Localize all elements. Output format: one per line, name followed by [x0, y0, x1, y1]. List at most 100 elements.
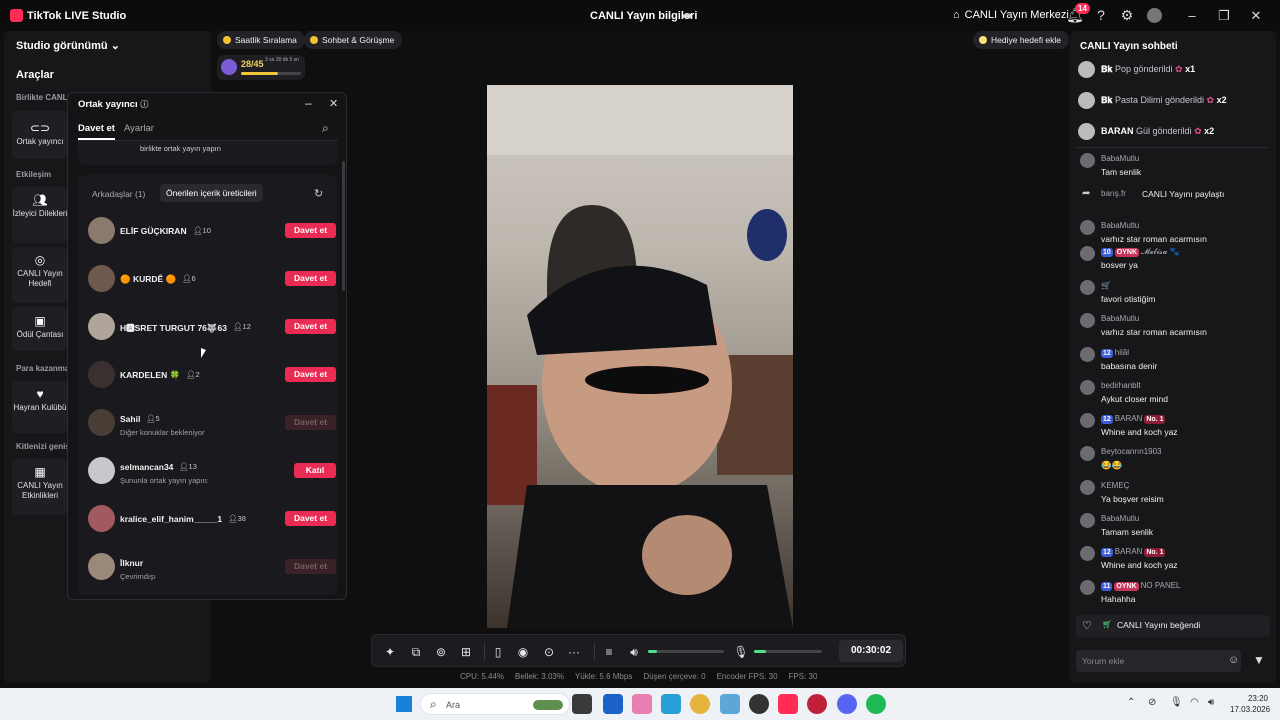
- gift-progress-card[interactable]: 28/45 3 sa 30 dk 5 sn: [217, 55, 305, 80]
- sidebar-item-label: CANLI Yayın Hedefi: [17, 269, 63, 288]
- join-button[interactable]: Katıl: [294, 463, 336, 478]
- camera-icon[interactable]: ⊙: [541, 644, 557, 660]
- invite-button[interactable]: Davet et: [285, 319, 336, 334]
- avatar: [88, 361, 115, 388]
- copilot-icon[interactable]: [632, 694, 652, 714]
- discord-icon[interactable]: [837, 694, 857, 714]
- volume-slider[interactable]: [648, 650, 724, 653]
- tray-chevron-icon[interactable]: ⌃: [1127, 697, 1135, 708]
- more-icon[interactable]: ···: [566, 644, 582, 660]
- minimize-icon[interactable]: –: [1184, 8, 1200, 24]
- taskbar-search[interactable]: ⌕ Ara: [420, 693, 570, 715]
- comment-input[interactable]: Yorum ekle ☺: [1076, 650, 1241, 672]
- avatar[interactable]: [1147, 8, 1162, 23]
- maximize-icon[interactable]: ❐: [1216, 8, 1232, 24]
- spotify-icon[interactable]: [866, 694, 886, 714]
- edge-icon[interactable]: [661, 694, 681, 714]
- invite-button[interactable]: Davet et: [285, 367, 336, 382]
- tab-suggested[interactable]: Önerilen içerik üreticileri: [160, 184, 263, 202]
- sidebar-item-reward-bag[interactable]: ▣ Ödül Çantası: [12, 307, 68, 351]
- sidebar-item-cohost[interactable]: ⊂⊃ Ortak yayıncı: [12, 111, 68, 159]
- live-center-button[interactable]: ⌂ CANLI Yayın Merkezi: [953, 9, 1069, 21]
- tab-friends[interactable]: Arkadaşlar (1): [92, 189, 145, 199]
- scrollbar[interactable]: [342, 161, 345, 291]
- sidebar-item-fan-club[interactable]: ♥ Hayran Kulübü: [12, 381, 68, 433]
- settings-icon[interactable]: ⚙: [1119, 7, 1135, 23]
- filter-icon[interactable]: ▼: [1253, 653, 1265, 667]
- tab-invite[interactable]: Davet et: [78, 123, 115, 134]
- app-icon[interactable]: [807, 694, 827, 714]
- volume-fill: [648, 650, 658, 653]
- phone-icon[interactable]: ▯: [490, 644, 506, 660]
- help-icon[interactable]: ?: [1093, 7, 1109, 23]
- gift-icon: ✿: [1194, 126, 1202, 136]
- app-icon[interactable]: [720, 694, 740, 714]
- close-icon[interactable]: ✕: [329, 97, 338, 110]
- chat-user: hilâl: [1114, 348, 1130, 357]
- sidebar-item-viewer-wishes[interactable]: 👥︎ İzleyici Dilekleri: [12, 187, 68, 243]
- effect-icon[interactable]: ⊚: [433, 644, 449, 660]
- mic-slider[interactable]: [754, 650, 822, 653]
- chat-user-line: 11 OYNK NO PANEL: [1101, 581, 1181, 591]
- emoji-icon[interactable]: ☺: [1228, 654, 1239, 666]
- gift-goal-pill[interactable]: Hediye hedefi ekle: [973, 31, 1069, 49]
- clock[interactable]: 23:20 17.03.2026: [1230, 693, 1270, 715]
- studio-view-dropdown[interactable]: Studio görünümü ⌄: [16, 39, 120, 52]
- record-icon[interactable]: ◉: [515, 644, 531, 660]
- sidebar-item-live-events[interactable]: ▦ CANLI Yayın Etkinlikleri: [12, 459, 68, 515]
- close-icon[interactable]: ✕: [1248, 8, 1264, 24]
- caption-icon[interactable]: ⧉: [408, 644, 424, 660]
- tiktok-taskbar-icon[interactable]: [778, 694, 798, 714]
- chat-user: BARAN: [1114, 414, 1143, 423]
- chat-text: babasına denir: [1101, 361, 1158, 371]
- sliders-icon[interactable]: ≡: [601, 644, 617, 660]
- cart-icon: 🛒︎: [1102, 620, 1113, 629]
- tab-settings[interactable]: Ayarlar: [124, 123, 154, 134]
- search-icon[interactable]: ⌕: [322, 121, 329, 136]
- taskview-icon[interactable]: [572, 694, 592, 714]
- gift-text-wrap: BARAN Gül gönderildi ✿ x2: [1101, 126, 1214, 137]
- windows-start-icon[interactable]: [396, 696, 412, 712]
- chat-message: 12 BARAN No. 1 Whine and koch yaz: [1080, 545, 1270, 575]
- chat-user-line: BabaMutlu: [1101, 154, 1139, 163]
- cohost-modal: Ortak yayıncı ⓘ – ✕ Davet et Ayarlar ⌕ b…: [67, 92, 347, 600]
- invite-button[interactable]: Davet et: [285, 223, 336, 238]
- minimize-icon[interactable]: –: [305, 96, 312, 110]
- invite-button[interactable]: Davet et: [285, 511, 336, 526]
- section-together: Birlikte CANLI: [16, 93, 70, 102]
- avatar: [88, 457, 115, 484]
- share-icon[interactable]: ➦: [682, 8, 693, 24]
- gift-icon: ✿: [1175, 64, 1183, 74]
- viewer-count: 👤︎38: [228, 514, 246, 523]
- row-subtext: Çevrimdışı: [120, 572, 156, 581]
- wifi-icon[interactable]: ◠: [1190, 697, 1199, 708]
- chat-user-line: BabaMutlu: [1101, 221, 1139, 230]
- magic-wand-icon[interactable]: ✦: [382, 644, 398, 660]
- chrome-icon[interactable]: [690, 694, 710, 714]
- row-name: KARDELEN 🍀: [120, 370, 181, 380]
- memory-stat: Bellek: 3.03%: [515, 672, 564, 681]
- chat-message: BabaMutlu Tam senlik: [1080, 152, 1270, 182]
- hourly-ranking-pill[interactable]: Saatlik Sıralama: [217, 31, 305, 49]
- chat-user: BabaMutlu: [1101, 514, 1140, 523]
- chat-user: 🛒: [1101, 281, 1111, 290]
- microphone-icon[interactable]: 🎙︎: [733, 644, 749, 660]
- mic-tray-icon[interactable]: 🎙︎: [1170, 697, 1183, 708]
- speaker-icon[interactable]: 🔊︎: [626, 644, 642, 660]
- chat-user: BabaMutlu: [1101, 314, 1140, 323]
- app-icon[interactable]: [749, 694, 769, 714]
- invite-button[interactable]: Davet et: [285, 559, 336, 574]
- chat-meet-pill[interactable]: Sohbet & Görüşme: [304, 31, 403, 49]
- progress-fill: [241, 72, 279, 75]
- outlook-icon[interactable]: [603, 694, 623, 714]
- refresh-icon[interactable]: ↻: [314, 187, 323, 200]
- add-scene-icon[interactable]: ⊞: [458, 644, 474, 660]
- upload-stat: Yükle: 5.6 Mbps: [574, 672, 633, 681]
- invite-button[interactable]: Davet et: [285, 415, 336, 430]
- volume-icon[interactable]: 🔊︎: [1208, 697, 1214, 708]
- invite-button[interactable]: Davet et: [285, 271, 336, 286]
- row-name: 🟠 KURDÊ 🟠: [120, 274, 177, 284]
- avatar: [1080, 580, 1095, 595]
- network-icon[interactable]: ⊘: [1148, 697, 1156, 708]
- sidebar-item-live-goal[interactable]: ◎ CANLI Yayın Hedefi: [12, 247, 68, 303]
